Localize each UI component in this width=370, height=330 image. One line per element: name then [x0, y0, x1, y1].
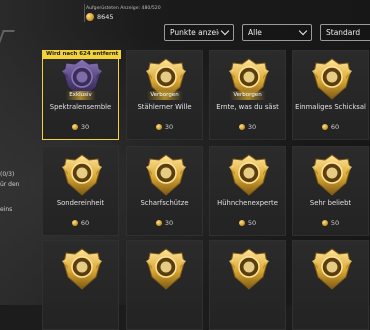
coin-icon — [238, 220, 245, 226]
side-progress-text: (0/3) — [0, 171, 15, 178]
side-desc-line-2: eins — [0, 206, 13, 213]
points-value: 30 — [247, 123, 257, 131]
chevron-down-icon — [220, 26, 230, 36]
points-value: 30 — [80, 123, 90, 131]
achievement-card[interactable]: Wird nach 624 entfernt Exklusiv Spektralen… — [42, 50, 122, 140]
achievement-card[interactable] — [42, 240, 119, 330]
trophy-emblem-icon — [310, 247, 354, 295]
achievement-card[interactable]: Sehr beliebt 50 — [292, 146, 369, 236]
achievement-name: Spektralensemble — [49, 103, 112, 111]
achievement-name: Sehr beliebt — [309, 199, 352, 207]
view-dropdown-label: Standard — [326, 28, 361, 37]
achievement-card[interactable]: Verborgen Ernte, was du säst 30 — [209, 50, 286, 140]
coin-icon — [238, 124, 245, 130]
achievement-name: Einmaliges Schicksal — [295, 103, 366, 111]
points-value: 60 — [330, 123, 340, 131]
diamond-emblem-icon — [310, 57, 354, 105]
sort-dropdown[interactable]: Punkte anzeig — [164, 24, 234, 41]
achievement-card[interactable]: Verborgen Stählerner Wille 30 — [126, 50, 203, 140]
coin-icon — [321, 124, 328, 130]
coin-icon — [71, 124, 78, 130]
achievement-card[interactable] — [126, 240, 203, 330]
category-dropdown-label: Alle — [248, 28, 262, 37]
helmet-emblem-icon — [144, 153, 188, 201]
sort-dropdown-label: Punkte anzeig — [170, 28, 219, 37]
achievement-points: 30 — [127, 123, 202, 131]
points-value: 50 — [247, 219, 257, 227]
points-value: 50 — [330, 219, 340, 227]
points-value: 60 — [80, 219, 90, 227]
achievement-points: 60 — [43, 219, 118, 227]
crosshair-emblem-icon — [60, 153, 104, 201]
currency-value: 8645 — [97, 13, 114, 21]
upgrade-info-label: Aufgerüsteten Anzeige: 480/520 — [86, 6, 161, 11]
achievement-badge: Verborgen — [229, 91, 266, 100]
header-info: Aufgerüsteten Anzeige: 480/520 8645 — [86, 6, 176, 21]
achievement-name: Scharfschütze — [140, 199, 189, 207]
coin-icon — [321, 220, 328, 226]
points-value: 30 — [164, 219, 174, 227]
star-emblem-icon — [310, 153, 354, 201]
achievement-card[interactable]: Einmaliges Schicksal 60 — [292, 50, 369, 140]
points-value: 30 — [164, 123, 174, 131]
splat-emblem-icon — [227, 247, 271, 295]
achievement-name: Sondereinheit — [56, 199, 105, 207]
achievement-card[interactable]: Scharfschütze 30 — [126, 146, 203, 236]
achievement-name: Stählerner Wille — [137, 103, 192, 111]
achievement-badge: Exklusiv — [65, 91, 96, 100]
removal-notice-tag: Wird nach 624 entfernt — [43, 50, 122, 59]
achievement-points: 60 — [293, 123, 368, 131]
side-desc-line: ür den — [0, 181, 20, 188]
achievement-points: 50 — [210, 219, 285, 227]
achievement-card[interactable] — [209, 240, 286, 330]
achievement-card[interactable] — [292, 240, 369, 330]
wing-emblem-icon — [60, 247, 104, 295]
achievement-points: 30 — [210, 123, 285, 131]
achievement-badge: Verborgen — [146, 91, 183, 100]
achievement-card[interactable]: Sondereinheit 60 — [42, 146, 119, 236]
achievement-points: 50 — [293, 219, 368, 227]
achievement-points: 30 — [43, 123, 118, 131]
clover-emblem-icon — [144, 247, 188, 295]
chicken-emblem-icon — [227, 153, 271, 201]
chevron-down-icon — [298, 26, 308, 36]
achievement-name: Ernte, was du säst — [216, 103, 279, 111]
achievement-name: Hühnchenexperte — [217, 199, 278, 207]
achievement-card[interactable]: Hühnchenexperte 50 — [209, 146, 286, 236]
achievement-points: 30 — [127, 219, 202, 227]
coin-icon — [155, 124, 162, 130]
header-divider — [84, 4, 85, 22]
coin-icon — [71, 220, 78, 226]
view-dropdown[interactable]: Standard — [320, 24, 370, 41]
coin-icon — [155, 220, 162, 226]
category-dropdown[interactable]: Alle — [242, 24, 312, 41]
coin-icon — [86, 13, 94, 21]
